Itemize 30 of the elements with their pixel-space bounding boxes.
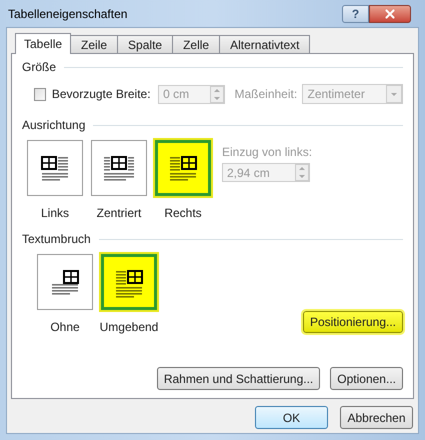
layout-option[interactable] <box>37 254 93 310</box>
tab[interactable]: Alternativtext <box>219 35 310 53</box>
section-heading: Textumbruch <box>22 231 91 248</box>
layout-option[interactable] <box>27 140 83 196</box>
section-heading: Ausrichtung <box>22 117 86 134</box>
layout-option[interactable] <box>155 140 211 196</box>
option-label: Ohne <box>50 319 80 336</box>
unit-label: Maßeinheit: <box>234 86 296 103</box>
layout-option[interactable] <box>91 140 147 196</box>
option-label: Umgebend <box>100 319 158 336</box>
help-button[interactable]: ? <box>342 4 369 22</box>
indent-label: Einzug von links: <box>222 144 312 161</box>
dialog-button[interactable]: Optionen... <box>330 367 403 390</box>
tab[interactable]: Zelle <box>172 35 220 53</box>
option-label: Rechts <box>164 205 202 222</box>
dialog-button[interactable]: Rahmen und Schattierung... <box>156 367 320 390</box>
dialog-button[interactable]: Abbrechen <box>340 406 413 429</box>
option-label: Links <box>40 205 69 222</box>
window-title: Tabelleneigenschaften <box>8 6 128 22</box>
layout-option[interactable] <box>101 254 157 310</box>
checkbox-label: Bevorzugte Breite: <box>52 86 152 103</box>
close-icon <box>383 6 397 20</box>
option-label: Zentriert <box>96 205 142 222</box>
dialog-button[interactable]: OK <box>255 406 328 429</box>
close-button[interactable] <box>369 4 411 22</box>
tab[interactable]: Tabelle <box>15 33 72 54</box>
tab[interactable]: Spalte <box>117 35 174 53</box>
tab[interactable]: Zeile <box>70 35 118 53</box>
section-heading: Größe <box>22 59 56 76</box>
positioning-button[interactable]: Positionierung... <box>302 311 403 333</box>
